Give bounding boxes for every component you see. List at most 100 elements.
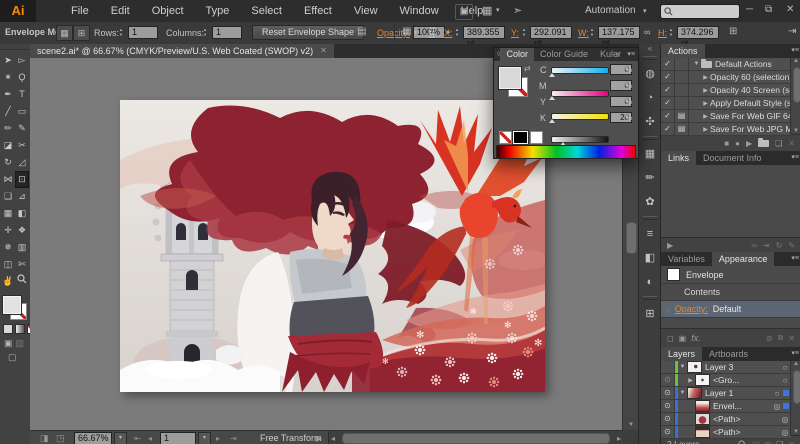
w-label[interactable]: W:	[578, 28, 589, 38]
status-frames-icon[interactable]: ◨	[40, 433, 49, 444]
slider-thumb[interactable]	[549, 73, 555, 77]
action-label[interactable]: Opacity 60 (selection)	[710, 72, 791, 82]
h-field[interactable]: 374.296 pt	[677, 26, 719, 39]
action-label[interactable]: Save For Web JPG Medium	[710, 124, 791, 134]
delete-layer-icon[interactable]: ✕	[788, 440, 795, 444]
opacity-link-label[interactable]: Opacity:	[675, 304, 708, 314]
bridge-icon[interactable]: ▣	[455, 4, 473, 20]
draw-normal-icon[interactable]: ▣	[4, 338, 13, 349]
collapse-panel-icon[interactable]: »	[616, 50, 620, 59]
action-dialog-icon[interactable]: ▤	[675, 110, 689, 122]
magic-wand-tool[interactable]: ✶	[1, 69, 15, 86]
fill-color-swatch[interactable]	[3, 296, 21, 314]
zoom-level-field[interactable]: 66.67%	[74, 432, 112, 444]
document-tab[interactable]: scene2.ai* @ 66.67% (CMYK/Preview/U.S. W…	[30, 44, 334, 58]
visibility-toggle[interactable]: ⊙	[661, 426, 675, 438]
hand-tool[interactable]: ✌	[1, 273, 15, 290]
scroll-down-icon[interactable]: ▼	[791, 128, 800, 134]
draw-behind-icon[interactable]: ▨	[16, 338, 25, 349]
dock-grip[interactable]	[643, 56, 657, 60]
new-sublayer-icon[interactable]: ⊞	[764, 440, 771, 444]
tab-appearance[interactable]: Appearance	[712, 252, 775, 266]
kuler-panel-icon[interactable]: ✣	[639, 110, 661, 134]
expand-right-icon[interactable]: ▶	[701, 113, 710, 120]
visibility-toggle[interactable]: ⊙	[661, 374, 675, 386]
zoom-dropdown-icon[interactable]: ▾	[114, 432, 127, 444]
delete-action-icon[interactable]: ✕	[788, 139, 795, 148]
target-icon[interactable]: ◎	[771, 402, 783, 411]
free-transform-tool[interactable]: ⊡	[15, 171, 29, 188]
next-artboard-icon[interactable]: ▸	[216, 434, 220, 443]
color-panel-icon[interactable]: ◍	[639, 62, 661, 86]
clipping-mask-icon[interactable]: ◫	[752, 440, 760, 444]
x-label[interactable]: X:	[444, 28, 453, 38]
visibility-toggle[interactable]	[661, 361, 675, 373]
layer-row[interactable]: ⊙ ▼ Layer 1 ○	[661, 387, 791, 400]
new-action-icon[interactable]: ❏	[775, 139, 782, 148]
color-guide-panel-icon[interactable]: ◔	[639, 86, 661, 110]
symbols-panel-icon[interactable]: ✿	[639, 190, 661, 214]
layer-name[interactable]: Envel...	[713, 401, 771, 411]
x-stepper[interactable]	[455, 26, 462, 38]
expand-right-icon[interactable]: ▶	[701, 126, 710, 133]
dock-grip[interactable]	[643, 296, 657, 300]
y-stepper[interactable]	[522, 26, 529, 38]
action-label[interactable]: Opacity 40 Screen (selection)	[710, 85, 791, 95]
status-export-icon[interactable]: ◳	[56, 433, 65, 444]
tab-color-guide[interactable]: Color Guide	[534, 48, 594, 61]
w-stepper[interactable]	[590, 26, 597, 38]
action-set-label[interactable]: Default Actions	[715, 59, 772, 69]
black-swatch[interactable]	[513, 131, 528, 144]
dock-controlbar-icon[interactable]: ⇥	[788, 26, 796, 37]
layer-name[interactable]: Layer 1	[705, 388, 771, 398]
new-art-basic-appearance-icon[interactable]: ◻	[667, 334, 674, 343]
eyedropper-tool[interactable]: ✛	[1, 222, 15, 239]
lasso-tool[interactable]: Ϙ	[15, 69, 29, 86]
actions-panel-menu-icon[interactable]: ▾≡	[791, 46, 799, 54]
links-panel-menu-icon[interactable]: ▾≡	[791, 153, 799, 161]
menu-select[interactable]: Select	[240, 0, 293, 22]
type-tool[interactable]: T	[15, 86, 29, 103]
menu-window[interactable]: Window	[389, 0, 450, 22]
layer-name[interactable]: <Gro...	[713, 375, 779, 385]
blob-brush-tool[interactable]: ◪	[1, 137, 15, 154]
y-label[interactable]: Y:	[511, 28, 519, 38]
arrange-documents-dropdown-icon[interactable]: ▾	[496, 6, 500, 14]
visibility-toggle[interactable]: ⊙	[661, 387, 675, 399]
color-mode-icon[interactable]	[3, 324, 13, 334]
brushes-panel-icon[interactable]: ✏	[639, 166, 661, 190]
shape-builder-tool[interactable]: ❑	[1, 188, 15, 205]
action-check-icon[interactable]: ✓	[661, 84, 675, 96]
action-dialog-icon[interactable]	[675, 97, 689, 109]
visibility-toggle[interactable]: ⊙	[661, 413, 675, 425]
scroll-up-icon[interactable]: ▲	[791, 361, 800, 367]
layer-row[interactable]: ⊙ <Path> ◎	[661, 413, 791, 426]
toggle-icon[interactable]: ◌	[665, 305, 670, 314]
action-dialog-icon[interactable]	[675, 58, 689, 70]
expand-right-icon[interactable]: ▶	[701, 87, 710, 94]
direct-selection-tool[interactable]: ▻	[15, 52, 29, 69]
layer-name[interactable]: <Path>	[713, 427, 779, 437]
expand-down-icon[interactable]: ▼	[678, 364, 687, 370]
pencil-tool[interactable]: ✎	[15, 120, 29, 137]
layers-scroll-thumb[interactable]	[793, 370, 800, 404]
rectangle-tool[interactable]: ▭	[15, 103, 29, 120]
appearance-panel-menu-icon[interactable]: ▾≡	[791, 254, 799, 262]
expand-right-icon[interactable]: ▶	[701, 74, 710, 81]
new-action-set-icon[interactable]	[758, 140, 769, 147]
scissors-tool[interactable]: ✂	[15, 137, 29, 154]
edit-contents-icon[interactable]: ⊞	[73, 25, 90, 41]
white-swatch[interactable]	[530, 131, 543, 144]
h-label[interactable]: H:	[658, 28, 667, 38]
mesh-tool[interactable]: ▦	[1, 205, 15, 222]
action-row[interactable]: ✓ ▶ Opacity 60 (selection)	[661, 71, 791, 84]
slider-thumb[interactable]	[549, 119, 555, 123]
symbol-sprayer-tool[interactable]: ✵	[1, 239, 15, 256]
add-effect-icon[interactable]: fx.	[691, 333, 701, 343]
layer-row[interactable]: ⊙ <Path> ◎	[661, 426, 791, 439]
first-artboard-icon[interactable]: ⇤	[134, 434, 141, 443]
rotate-tool[interactable]: ↻	[1, 154, 15, 171]
paintbrush-tool[interactable]: ✏	[1, 120, 15, 137]
action-dialog-icon[interactable]	[675, 71, 689, 83]
new-layer-icon[interactable]: ❏	[776, 440, 783, 444]
